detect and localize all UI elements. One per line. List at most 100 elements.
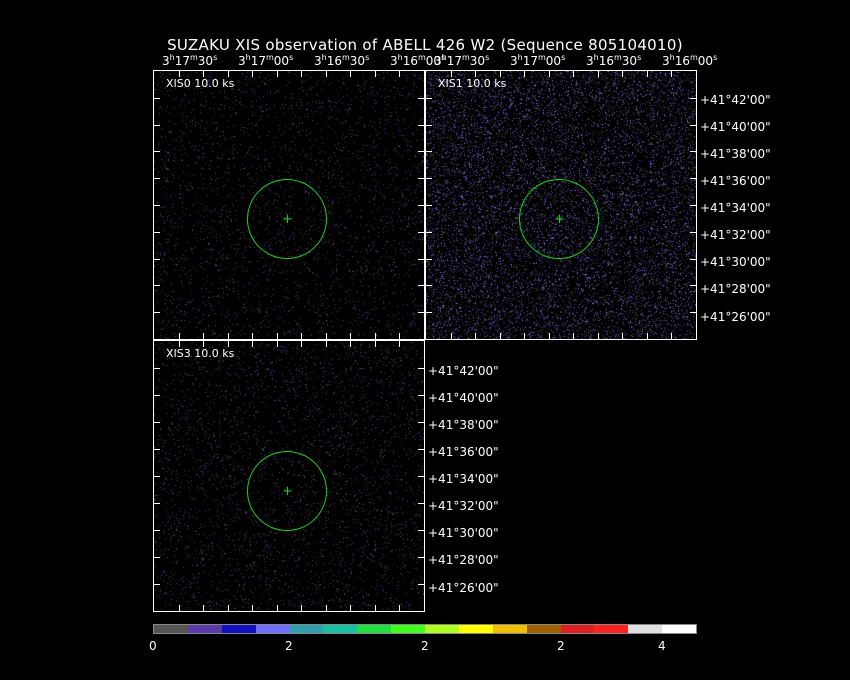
axis-tick	[418, 178, 424, 179]
axis-tick	[154, 205, 160, 206]
axis-tick	[549, 333, 550, 339]
target-marker: +	[554, 212, 565, 227]
axis-tick	[418, 259, 424, 260]
dec-label: +41°36'00"	[428, 445, 499, 459]
axis-tick	[426, 312, 432, 313]
axis-tick	[622, 71, 623, 77]
axis-tick	[475, 71, 476, 77]
dec-label: +41°30'00"	[700, 255, 771, 269]
axis-tick	[426, 259, 432, 260]
axis-tick	[350, 341, 351, 347]
axis-tick	[228, 333, 229, 339]
axis-tick	[154, 422, 160, 423]
axis-tick	[418, 232, 424, 233]
colorbar-segment	[391, 625, 425, 633]
axis-tick	[690, 98, 696, 99]
colorbar-segment	[526, 625, 561, 633]
colorbar-segment	[187, 625, 222, 633]
axis-tick	[154, 449, 160, 450]
axis-tick	[524, 71, 525, 77]
axis-tick	[301, 71, 302, 77]
colorbar-segment	[289, 625, 324, 633]
axis-tick	[690, 312, 696, 313]
axis-tick	[573, 333, 574, 339]
dec-label: +41°42'00"	[428, 364, 499, 378]
dec-label: +41°36'00"	[700, 174, 771, 188]
axis-tick	[418, 368, 424, 369]
colorbar-segment	[323, 625, 358, 633]
axis-tick	[573, 71, 574, 77]
axis-tick	[451, 333, 452, 339]
axis-tick	[375, 341, 376, 347]
axis-tick	[277, 605, 278, 611]
axis-tick	[418, 285, 424, 286]
axis-tick	[301, 341, 302, 347]
dec-label: +41°34'00"	[700, 201, 771, 215]
axis-tick	[418, 530, 424, 531]
axis-tick	[500, 333, 501, 339]
dec-label: +41°38'00"	[428, 418, 499, 432]
axis-tick	[690, 151, 696, 152]
axis-tick	[301, 333, 302, 339]
axis-tick	[154, 98, 160, 99]
dec-label: +41°30'00"	[428, 526, 499, 540]
colorbar-segment	[492, 625, 527, 633]
axis-tick	[690, 125, 696, 126]
axis-tick	[375, 71, 376, 77]
panel-label: XIS1 10.0 ks	[438, 77, 507, 90]
axis-tick	[418, 422, 424, 423]
axis-tick	[154, 125, 160, 126]
axis-tick	[326, 341, 327, 347]
axis-tick	[228, 71, 229, 77]
axis-tick	[426, 232, 432, 233]
axis-tick	[418, 312, 424, 313]
dec-label: +41°34'00"	[428, 472, 499, 486]
axis-tick	[203, 71, 204, 77]
axis-tick	[475, 333, 476, 339]
panel-xis1: XIS1 10.0 ks +	[425, 70, 697, 340]
colorbar-segment	[560, 625, 595, 633]
panel-xis0: XIS0 10.0 ks +	[153, 70, 425, 340]
dec-label: +41°38'00"	[700, 147, 771, 161]
axis-tick	[524, 333, 525, 339]
axis-tick	[426, 205, 432, 206]
axis-tick	[154, 395, 160, 396]
dec-label: +41°42'00"	[700, 93, 771, 107]
axis-tick	[418, 395, 424, 396]
axis-tick	[647, 333, 648, 339]
axis-tick	[399, 341, 400, 347]
axis-tick	[418, 557, 424, 558]
axis-tick	[418, 151, 424, 152]
axis-tick	[228, 341, 229, 347]
axis-tick	[326, 71, 327, 77]
panel-xis3: XIS3 10.0 ks +	[153, 340, 425, 612]
axis-tick	[203, 341, 204, 347]
colorbar-label: 4	[658, 639, 666, 653]
axis-tick	[671, 71, 672, 77]
target-marker: +	[282, 212, 293, 227]
axis-tick	[426, 285, 432, 286]
axis-tick	[690, 285, 696, 286]
colorbar-segment	[458, 625, 493, 633]
axis-tick	[203, 333, 204, 339]
axis-tick	[647, 71, 648, 77]
axis-tick	[154, 584, 160, 585]
axis-tick	[301, 605, 302, 611]
colorbar-segment	[662, 625, 696, 633]
axis-tick	[179, 341, 180, 347]
colorbar-segment	[154, 625, 188, 633]
colorbar-label: 2	[285, 639, 293, 653]
axis-tick	[154, 178, 160, 179]
axis-tick	[399, 71, 400, 77]
panel-label: XIS3 10.0 ks	[166, 347, 235, 360]
dec-label: +41°28'00"	[700, 282, 771, 296]
axis-tick	[671, 333, 672, 339]
colorbar-label: 2	[421, 639, 429, 653]
axis-tick	[426, 98, 432, 99]
colorbar-label: 0	[149, 639, 157, 653]
panel-label: XIS0 10.0 ks	[166, 77, 235, 90]
axis-tick	[154, 285, 160, 286]
axis-tick	[375, 605, 376, 611]
dec-label: +41°26'00"	[700, 310, 771, 324]
axis-tick	[154, 503, 160, 504]
